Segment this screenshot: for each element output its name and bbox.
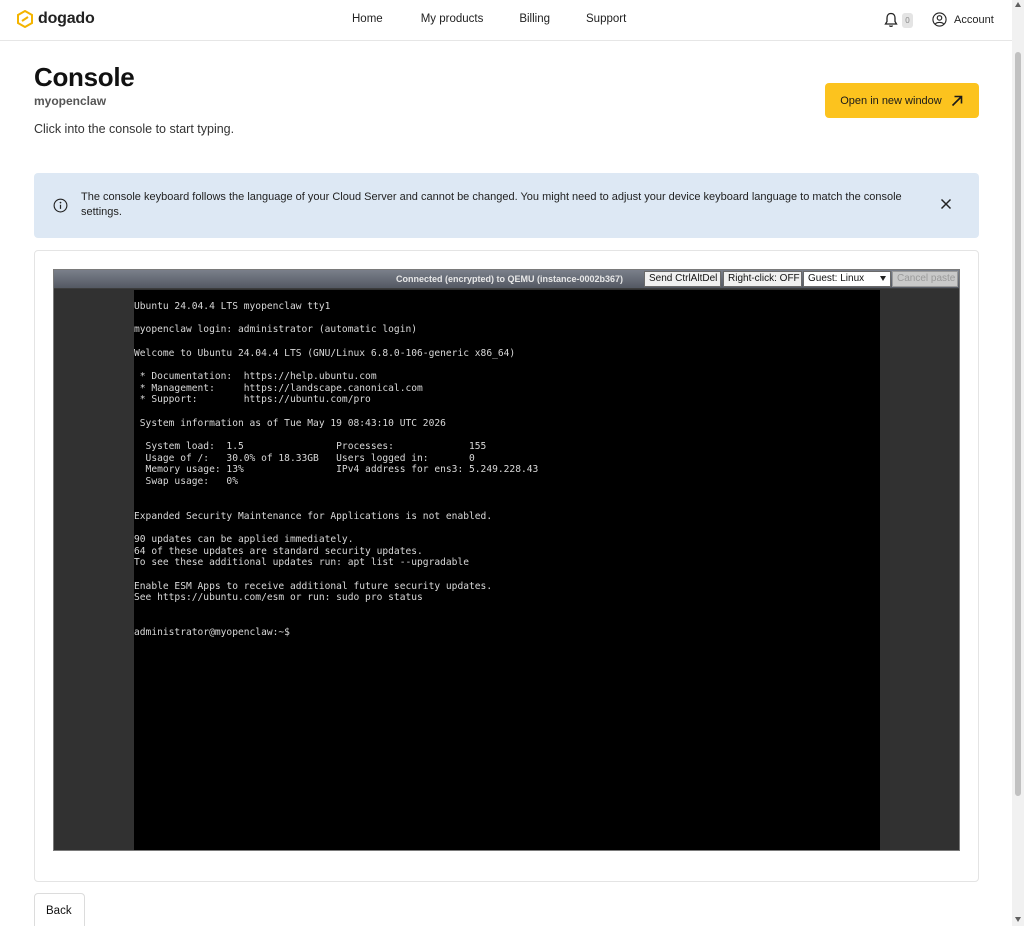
console-hint: Click into the console to start typing.	[34, 122, 235, 136]
vnc-control-bar: Connected (encrypted) to QEMU (instance-…	[54, 270, 959, 289]
cancel-paste-button[interactable]: Cancel paste	[892, 271, 958, 287]
terminal-line: 64 of these updates are standard securit…	[134, 545, 423, 557]
dogado-logo-icon	[17, 10, 33, 28]
terminal-line: * Support: https://ubuntu.com/pro	[134, 394, 371, 406]
terminal-line: To see these additional updates run: apt…	[134, 557, 470, 569]
bell-icon[interactable]	[884, 12, 898, 28]
nav-my-products[interactable]: My products	[421, 13, 484, 25]
nav-home[interactable]: Home	[352, 13, 383, 25]
terminal-line: Swap usage: 0%	[134, 475, 238, 487]
page-title: Console	[34, 62, 135, 92]
vnc-console[interactable]: Connected (encrypted) to QEMU (instance-…	[53, 269, 960, 851]
nav-support[interactable]: Support	[586, 13, 626, 25]
terminal-line: System load: 1.5 Processes: 155	[134, 440, 487, 452]
console-panel: Connected (encrypted) to QEMU (instance-…	[34, 250, 979, 882]
open-in-new-window-button[interactable]: Open in new window	[825, 83, 979, 118]
terminal-line: Enable ESM Apps to receive additional fu…	[134, 580, 493, 592]
user-circle-icon	[932, 12, 947, 27]
info-icon	[53, 198, 68, 213]
arrow-up-right-icon	[951, 95, 963, 106]
terminal-line: * Documentation: https://help.ubuntu.com	[134, 370, 377, 382]
terminal-line: Ubuntu 24.04.4 LTS myopenclaw tty1	[134, 301, 331, 312]
guest-os-selected: Guest: Linux	[808, 273, 865, 284]
back-button-label: Back	[46, 905, 72, 917]
right-click-toggle-button[interactable]: Right-click: OFF	[723, 271, 802, 287]
terminal-line: System information as of Tue May 19 08:4…	[134, 417, 446, 429]
nav-billing[interactable]: Billing	[519, 13, 550, 25]
chevron-down-icon	[880, 276, 886, 281]
terminal-screen[interactable]: Ubuntu 24.04.4 LTS myopenclaw tty1 myope…	[134, 290, 880, 850]
account-menu[interactable]: Account	[932, 12, 994, 27]
alert-message: The console keyboard follows the languag…	[81, 191, 902, 218]
terminal-line: See https://ubuntu.com/esm or run: sudo …	[134, 592, 423, 604]
back-button[interactable]: Back	[34, 893, 85, 926]
terminal-line: Usage of /: 30.0% of 18.33GB Users logge…	[134, 452, 475, 464]
close-icon[interactable]	[940, 198, 952, 210]
terminal-line: 90 updates can be applied immediately.	[134, 534, 354, 546]
vnc-connection-status: Connected (encrypted) to QEMU (instance-…	[396, 274, 624, 284]
scroll-thumb[interactable]	[1015, 52, 1021, 796]
scroll-down-arrow-icon[interactable]	[1015, 917, 1021, 922]
terminal-line: Expanded Security Maintenance for Applic…	[134, 510, 493, 522]
scroll-up-arrow-icon[interactable]	[1015, 2, 1021, 7]
brand-logo[interactable]: dogado	[17, 10, 95, 28]
main-nav: Home My products Billing Support	[352, 13, 664, 25]
open-in-new-window-label: Open in new window	[840, 94, 942, 107]
terminal-output: Ubuntu 24.04.4 LTS myopenclaw tty1 myope…	[134, 301, 538, 639]
top-navigation-bar: dogado Home My products Billing Support …	[0, 0, 1012, 41]
terminal-line: myopenclaw login: administrator (automat…	[134, 324, 418, 336]
terminal-line: Welcome to Ubuntu 24.04.4 LTS (GNU/Linux…	[134, 347, 516, 359]
terminal-line: administrator@myopenclaw:~$	[134, 627, 290, 639]
terminal-line: * Management: https://landscape.canonica…	[134, 382, 423, 394]
server-name: myopenclaw	[34, 94, 107, 108]
terminal-line: Memory usage: 13% IPv4 address for ens3:…	[134, 464, 539, 476]
page-scrollbar[interactable]	[1012, 0, 1024, 926]
send-ctrl-alt-del-button[interactable]: Send CtrlAltDel	[644, 271, 721, 287]
keyboard-info-alert: The console keyboard follows the languag…	[34, 173, 979, 238]
account-label: Account	[954, 13, 994, 26]
guest-os-select[interactable]: Guest: Linux	[803, 271, 891, 287]
brand-name: dogado	[38, 10, 95, 27]
notification-count-badge: 0	[902, 13, 913, 28]
